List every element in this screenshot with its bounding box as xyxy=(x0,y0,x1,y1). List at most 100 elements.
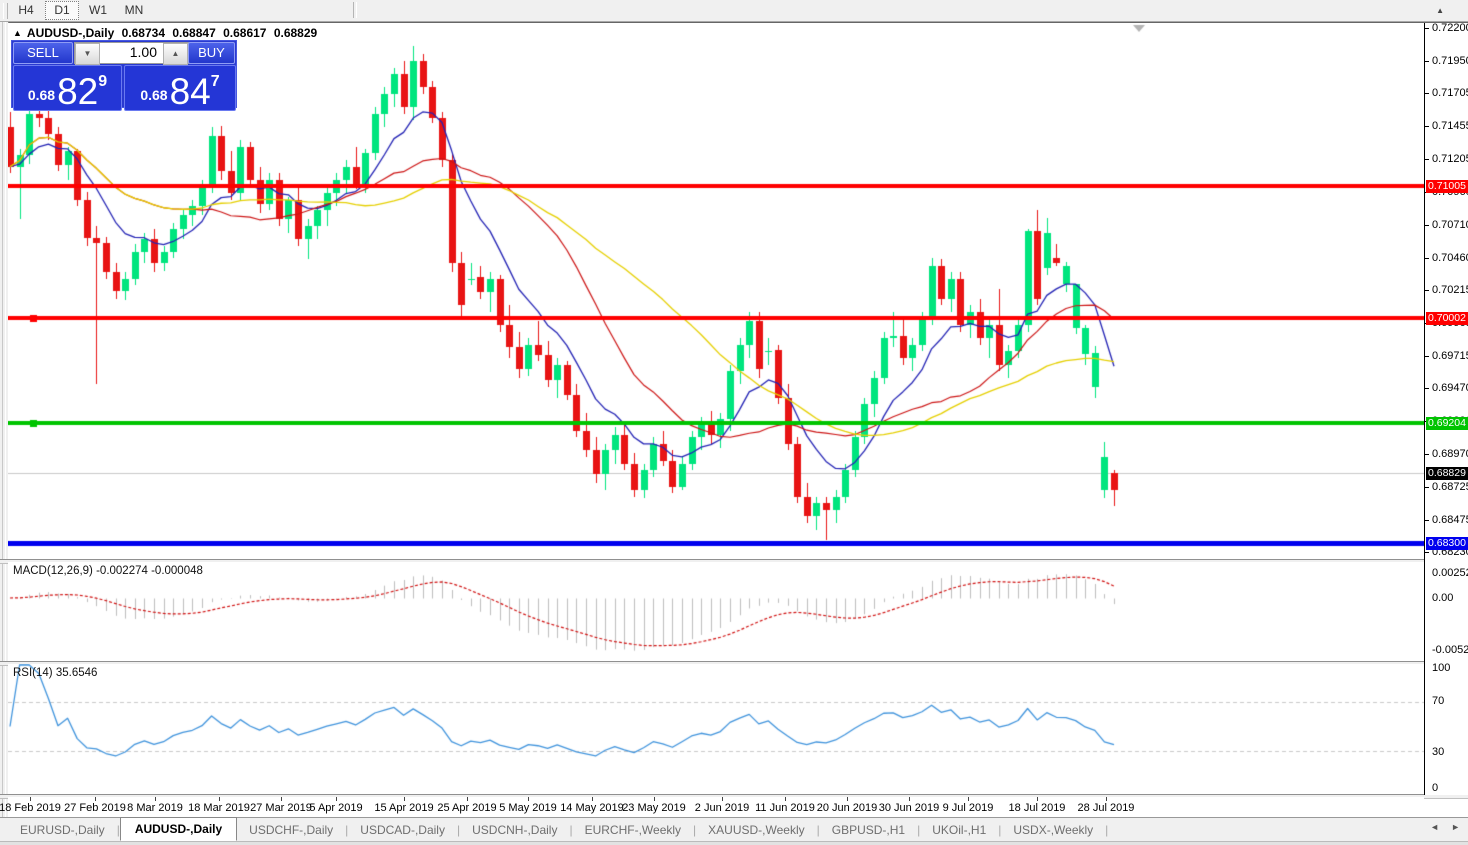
date-axis-tick xyxy=(336,797,337,801)
macd-label: MACD(12,26,9) -0.002274 -0.000048 xyxy=(13,565,203,577)
timeframe-button-w1[interactable]: W1 xyxy=(81,1,115,20)
buy-price-prefix: 0.68 xyxy=(140,87,167,103)
date-axis-tick xyxy=(1106,797,1107,801)
date-axis-label: 18 Jul 2019 xyxy=(997,802,1077,814)
timeframe-buttons: H4D1W1MN xyxy=(8,1,152,20)
chart-tab-ukoil[interactable]: UKOil-,H1 xyxy=(920,820,998,840)
buy-button[interactable]: BUY xyxy=(188,42,235,64)
price-axis-label: 0.68475 xyxy=(1432,514,1468,526)
date-axis-tick xyxy=(654,797,655,801)
buy-price-box[interactable]: 0.68 84 7 xyxy=(124,65,236,111)
price-level-badge: 0.68300 xyxy=(1426,537,1468,550)
chart-tab-gbpusd[interactable]: GBPUSD-,H1 xyxy=(820,820,917,840)
date-axis-tick xyxy=(95,797,96,801)
rsi-name: RSI(14) xyxy=(13,667,53,679)
indicator-axis-label: 70 xyxy=(1432,695,1444,707)
sell-button[interactable]: SELL xyxy=(13,42,73,64)
chart-tab-xauusd[interactable]: XAUUSD-,Weekly xyxy=(696,820,816,840)
price-axis-label: 0.71705 xyxy=(1432,87,1468,99)
price-axis-tick xyxy=(1425,388,1429,389)
price-axis-label: 0.71455 xyxy=(1432,120,1468,132)
price-axis-tick xyxy=(1425,454,1429,455)
sell-price-box[interactable]: 0.68 82 9 xyxy=(13,65,122,111)
ohlc-high: 0.68847 xyxy=(172,26,215,40)
tabs-scroll-left-icon[interactable]: ◄ xyxy=(1430,822,1439,832)
chart-tab-usdcnh[interactable]: USDCNH-,Daily xyxy=(460,820,569,840)
volume-input[interactable]: 1.00 xyxy=(100,43,163,63)
macd-indicator-canvas[interactable] xyxy=(8,562,1424,661)
price-axis-label: 0.70460 xyxy=(1432,252,1468,264)
chart-tab-audusd[interactable]: AUDUSD-,Daily xyxy=(120,817,237,841)
chart-tab-usdchf[interactable]: USDCHF-,Daily xyxy=(237,820,345,840)
date-axis-tick xyxy=(155,797,156,801)
price-level-badge: 0.68829 xyxy=(1426,467,1468,480)
ohlc-bid: 0.68829 xyxy=(274,26,317,40)
timeframe-button-mn[interactable]: MN xyxy=(117,1,151,20)
price-level-badge: 0.69204 xyxy=(1426,417,1468,430)
chart-title: ▲AUDUSD-,Daily 0.68734 0.68847 0.68617 0… xyxy=(13,26,321,40)
macd-main-value: -0.002274 xyxy=(96,565,148,577)
macd-signal-value: -0.000048 xyxy=(151,565,203,577)
indicator-axis-label: 30 xyxy=(1432,746,1444,758)
chart-tab-usdcad[interactable]: USDCAD-,Daily xyxy=(348,820,457,840)
date-axis-label: 9 Jul 2019 xyxy=(928,802,1008,814)
price-axis-label: 0.71950 xyxy=(1432,55,1468,67)
status-strip xyxy=(0,841,1468,845)
buy-price-pip: 7 xyxy=(211,73,220,91)
price-axis-label: 0.69470 xyxy=(1432,382,1468,394)
price-axis-tick xyxy=(1425,520,1429,521)
macd-name: MACD(12,26,9) xyxy=(13,565,93,577)
indicator-axis-label: 0.002522 xyxy=(1432,567,1468,579)
price-level-badge: 0.71005 xyxy=(1426,180,1468,193)
price-axis-tick xyxy=(1425,487,1429,488)
date-axis-tick xyxy=(467,797,468,801)
price-axis-label: 0.70215 xyxy=(1432,284,1468,296)
rsi-indicator-canvas[interactable] xyxy=(8,664,1424,795)
chart-tab-usdx[interactable]: USDX-,Weekly xyxy=(1001,820,1105,840)
price-axis-label: 0.69715 xyxy=(1432,350,1468,362)
price-axis-tick xyxy=(1425,28,1429,29)
price-axis-tick xyxy=(1425,61,1429,62)
timeframe-button-h4[interactable]: H4 xyxy=(9,1,43,20)
date-axis-tick xyxy=(281,797,282,801)
price-axis[interactable]: 0.722000.719500.717050.714550.712050.709… xyxy=(1424,23,1468,795)
toolbar-separator xyxy=(353,2,357,18)
trade-panel-top-row: SELL ▼ 1.00 ▲ BUY xyxy=(12,41,236,64)
tab-navigation: ◄ ► xyxy=(1430,822,1460,832)
date-axis-tick xyxy=(968,797,969,801)
date-axis-tick xyxy=(219,797,220,801)
buy-price-big: 84 xyxy=(170,77,211,107)
date-axis-tick xyxy=(404,797,405,801)
date-axis-tick xyxy=(847,797,848,801)
chart-tab-eurusd[interactable]: EURUSD-,Daily xyxy=(8,820,117,840)
volume-decrease-icon[interactable]: ▼ xyxy=(75,43,100,65)
volume-increase-icon[interactable]: ▲ xyxy=(163,43,188,65)
date-axis-tick xyxy=(909,797,910,801)
chart-tab-eurchf[interactable]: EURCHF-,Weekly xyxy=(573,820,693,840)
price-axis-tick xyxy=(1425,258,1429,259)
price-axis-tick xyxy=(1425,159,1429,160)
ohlc-low: 0.68617 xyxy=(223,26,266,40)
date-axis[interactable]: 18 Feb 201927 Feb 20198 Mar 201918 Mar 2… xyxy=(8,797,1424,817)
price-axis-tick xyxy=(1425,225,1429,226)
sell-price-pip: 9 xyxy=(98,73,107,91)
timeframe-button-d1[interactable]: D1 xyxy=(45,1,79,20)
volume-stepper: ▼ 1.00 ▲ xyxy=(74,42,189,64)
tabs-scroll-right-icon[interactable]: ► xyxy=(1451,822,1460,832)
date-axis-tick xyxy=(528,797,529,801)
indicator-axis-label: 0.00 xyxy=(1432,592,1453,604)
price-axis-tick xyxy=(1425,126,1429,127)
price-level-badge: 0.70002 xyxy=(1426,312,1468,325)
price-axis-label: 0.70710 xyxy=(1432,219,1468,231)
price-axis-label: 0.68725 xyxy=(1432,481,1468,493)
date-axis-tick xyxy=(1037,797,1038,801)
chart-title-icon: ▲ xyxy=(13,28,22,38)
sell-price-big: 82 xyxy=(57,77,98,107)
ohlc-open: 0.68734 xyxy=(122,26,165,40)
timeframe-toolbar: H4D1W1MN ▲ xyxy=(0,0,1468,22)
price-axis-label: 0.72200 xyxy=(1432,22,1468,34)
price-axis-tick xyxy=(1425,552,1429,553)
indicator-axis-label: -0.005234 xyxy=(1432,644,1468,656)
toolbar-overflow-icon[interactable]: ▲ xyxy=(1436,6,1444,15)
indicator-axis-label: 100 xyxy=(1432,662,1450,674)
